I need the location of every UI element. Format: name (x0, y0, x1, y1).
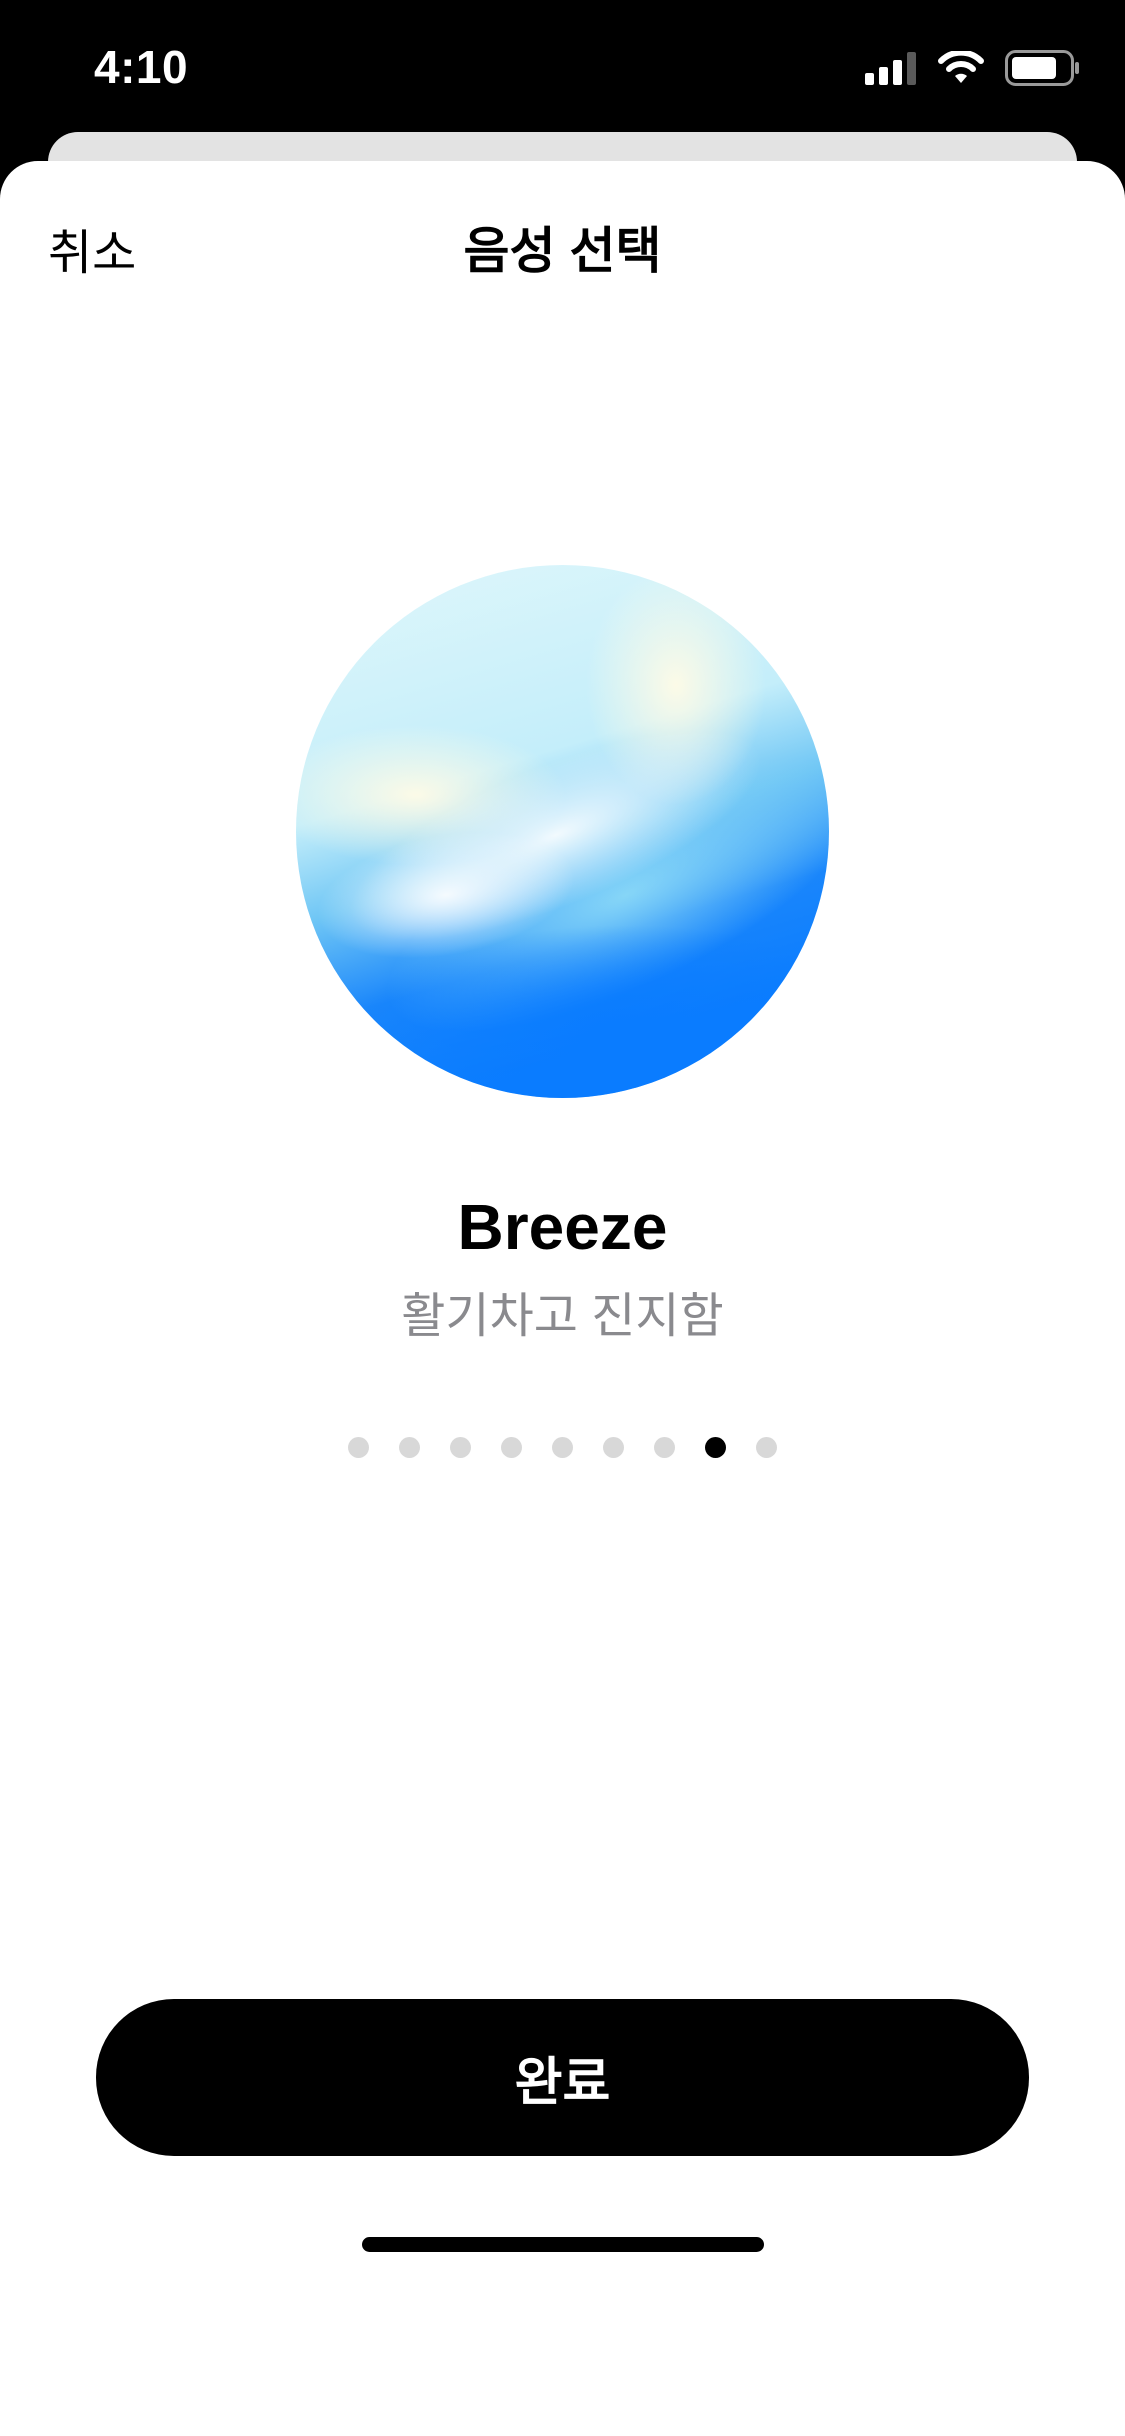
voice-name: Breeze (457, 1191, 668, 1263)
page-dot[interactable] (501, 1437, 522, 1458)
status-time: 4:10 (94, 41, 189, 93)
page-dot[interactable] (756, 1437, 777, 1458)
wifi-icon (938, 51, 984, 83)
page-dot[interactable] (348, 1437, 369, 1458)
voice-description: 활기차고 진지함 (401, 1290, 724, 1343)
signal-icon (865, 52, 916, 85)
page-dot[interactable] (450, 1437, 471, 1458)
home-indicator (362, 2237, 764, 2252)
done-button[interactable]: 완료 (96, 1999, 1029, 2156)
page-title: 음성 선택 (463, 223, 662, 279)
status-icons (865, 50, 1081, 86)
page-dot[interactable] (399, 1437, 420, 1458)
page-dot-active[interactable] (705, 1437, 726, 1458)
page-dot[interactable] (552, 1437, 573, 1458)
page-indicator[interactable] (0, 1437, 1125, 1458)
nav-bar: 취소 음성 선택 (0, 161, 1125, 329)
battery-icon (1005, 50, 1079, 86)
status-bar: 4:10 (0, 0, 1125, 132)
voice-orb[interactable] (296, 565, 829, 1098)
page-dot[interactable] (654, 1437, 675, 1458)
voice-orb-graphic (296, 565, 829, 1098)
page-dot[interactable] (603, 1437, 624, 1458)
